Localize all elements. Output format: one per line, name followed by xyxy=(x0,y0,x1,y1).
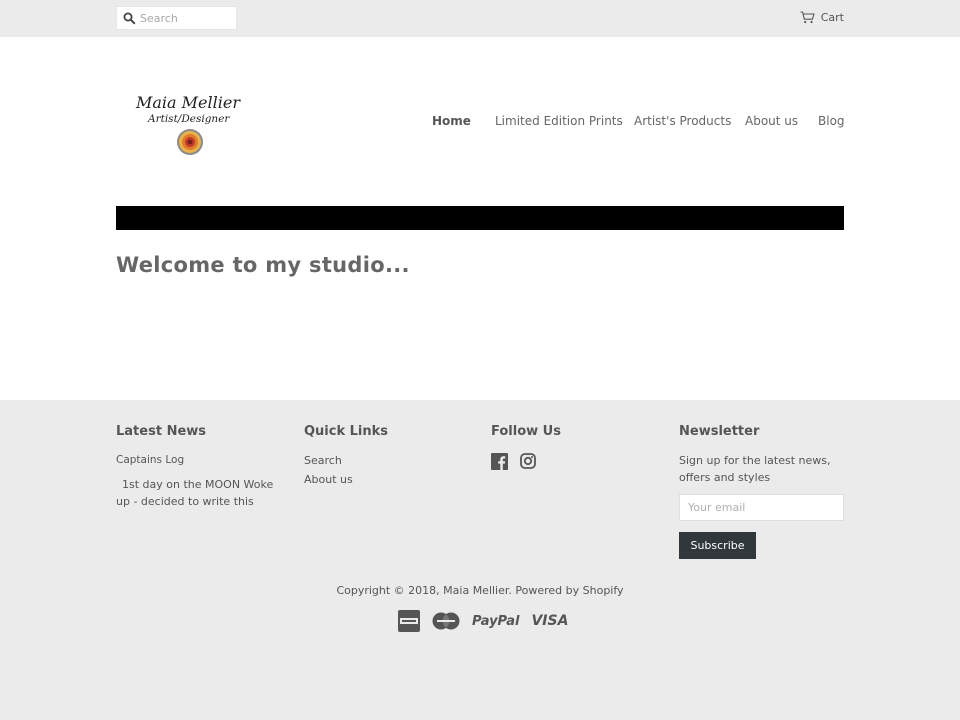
latest-news-title: Latest News xyxy=(116,424,207,439)
svg-text:Artist/Designer: Artist/Designer xyxy=(147,113,230,125)
site-footer: Latest News Captains Log 1st day on the … xyxy=(0,400,960,720)
payment-icons: PayPal VISA xyxy=(398,610,568,632)
master-card-icon xyxy=(432,612,460,630)
paypal-logo: PayPal xyxy=(472,613,520,629)
page-heading: Welcome to my studio... xyxy=(116,253,410,277)
nav-item-artists-products[interactable]: Artist's Products xyxy=(634,114,731,128)
quick-link-search[interactable]: Search xyxy=(304,452,342,469)
nav-item-about-us[interactable]: About us xyxy=(745,114,798,128)
newsletter-text: Sign up for the latest news, offers and … xyxy=(679,454,831,484)
main-content: Maia Mellier Artist/Designer Home Limite… xyxy=(0,37,960,400)
newsletter-title: Newsletter xyxy=(679,424,760,439)
nav-item-blog[interactable]: Blog xyxy=(818,114,845,128)
follow-us-title: Follow Us xyxy=(491,424,561,439)
quick-links-title: Quick Links xyxy=(304,424,389,439)
site-logo[interactable]: Maia Mellier Artist/Designer xyxy=(134,88,252,160)
nav-item-limited-edition-prints[interactable]: Limited Edition Prints xyxy=(495,114,623,128)
search-input[interactable] xyxy=(140,10,232,27)
newsletter-email-input[interactable] xyxy=(679,494,844,521)
cart-icon xyxy=(800,11,815,24)
cart-link[interactable]: Cart xyxy=(800,11,844,24)
search-icon xyxy=(123,12,136,25)
top-bar: Cart xyxy=(0,0,960,37)
quick-link-about-us[interactable]: About us xyxy=(304,471,353,488)
facebook-icon[interactable] xyxy=(491,453,508,470)
american-express-icon xyxy=(398,610,420,632)
search-box[interactable] xyxy=(116,6,237,30)
nav-item-home[interactable]: Home xyxy=(432,114,471,128)
cart-label: Cart xyxy=(820,11,844,24)
visa-logo: VISA xyxy=(531,613,569,629)
news-post-excerpt: 1st day on the MOON Woke up - decided to… xyxy=(116,478,274,508)
svg-text:Maia Mellier: Maia Mellier xyxy=(135,93,241,112)
news-post-title[interactable]: Captains Log xyxy=(116,452,184,469)
instagram-icon[interactable] xyxy=(520,453,536,469)
hero-banner xyxy=(116,206,844,230)
subscribe-button[interactable]: Subscribe xyxy=(679,532,756,559)
copyright-text: Copyright © 2018, Maia Mellier. Powered … xyxy=(336,584,624,597)
